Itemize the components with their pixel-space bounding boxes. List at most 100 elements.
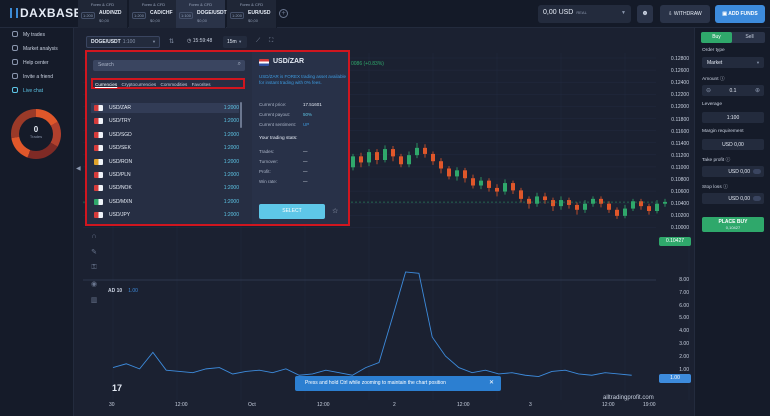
nav-item-help-center[interactable]: Help center — [12, 59, 49, 66]
pair-select[interactable]: DOGE/USDT 1:100 ▼ — [86, 36, 160, 48]
chevron-down-icon: ▼ — [152, 39, 156, 44]
info-icon: ⓘ — [725, 158, 731, 163]
close-icon[interactable]: ✕ — [489, 376, 494, 391]
stop-loss-toggle[interactable] — [753, 196, 761, 201]
order-panel: Buy Sell Order type Market ▼ Amount ⓘ ⊖ 0.… — [694, 28, 770, 416]
magnet-icon[interactable]: ∩ — [88, 233, 100, 240]
search-input[interactable]: Search ⌕ — [93, 60, 245, 71]
toast-text: Press and hold Ctrl while zooming to mai… — [305, 380, 446, 386]
buy-tab[interactable]: Buy — [701, 32, 732, 43]
nav-item-label: My trades — [23, 32, 45, 38]
tab-currencies[interactable]: Currencies — [95, 82, 117, 87]
sell-tab[interactable]: Sell — [734, 32, 765, 43]
take-profit-label-row: Take profit ⓘ — [702, 156, 730, 163]
buy-sell-toggle: Buy Sell — [701, 32, 765, 43]
asset-row[interactable]: USD/PLN 1:2000 — [91, 170, 239, 180]
balance-selector[interactable]: 0,00 USD REAL ▼ — [538, 5, 631, 23]
select-asset-button[interactable]: SELECT — [259, 204, 325, 219]
take-profit-toggle[interactable] — [753, 169, 761, 174]
indicators-icon[interactable]: ⇅ — [169, 38, 174, 45]
trash-icon[interactable]: ▥ — [88, 296, 100, 304]
tab-commodities[interactable]: Commodities — [161, 82, 188, 87]
add-funds-button[interactable]: ▣ ADD FUNDS — [715, 5, 765, 23]
asset-tab-eurusd[interactable]: Forex & CFD 1:200 EUR/USD $0,00 — [227, 0, 277, 28]
logo[interactable]: DAXBASE — [10, 6, 82, 20]
asset-row[interactable]: USD/MXN 1:2000 — [91, 197, 239, 207]
left-nav: My trades Market analysis Help center In… — [0, 28, 74, 416]
flag-icon — [94, 212, 103, 219]
stats-trades-value: — — [303, 149, 308, 154]
asset-row[interactable]: USD/ZAR 1:2000 — [91, 103, 239, 113]
nav-item-market-analysis[interactable]: Market analysis — [12, 45, 58, 52]
info-icon: ⓘ — [723, 185, 728, 190]
timeframe-select[interactable]: 15m ▼ — [223, 36, 247, 48]
tradingview-logo: 17 — [112, 383, 123, 393]
question-icon — [12, 59, 18, 65]
tab-favorites[interactable]: Favorites — [192, 82, 211, 87]
asset-tab-dogeusdt[interactable]: Forex & CFD 1:100 DOGE/USDT $0,00 — [176, 0, 227, 28]
nav-item-invite-friend[interactable]: Invite a friend — [12, 73, 53, 80]
asset-tab-name: CAD/CHF — [150, 10, 173, 16]
eye-icon[interactable]: ◉ — [88, 280, 100, 288]
nav-item-label: Help center — [23, 60, 49, 66]
asset-row[interactable]: USD/TRY 1:2000 — [91, 116, 239, 126]
tab-cryptocurrencies[interactable]: Cryptocurrencies — [122, 82, 157, 87]
time-tick-label: 2 — [393, 402, 396, 408]
candle-body — [575, 204, 579, 210]
current-payout-label: Current payout: — [259, 112, 291, 117]
trades-donut-center: 0 Trades — [19, 117, 53, 151]
asset-tab-cadchf[interactable]: Forex & CFD 1:200 CAD/CHF $0,00 — [129, 0, 179, 28]
asset-row[interactable]: USD/RON 1:2000 — [91, 157, 239, 167]
list-scrollbar[interactable] — [240, 102, 242, 128]
stop-loss-field[interactable]: USD 0,00 — [702, 193, 764, 204]
chart-type-icon[interactable]: ⟋ — [256, 38, 260, 45]
stop-loss-value: USD 0,00 — [728, 196, 750, 202]
order-type-select[interactable]: Market ▼ — [702, 57, 764, 68]
stats-winrate-label: Win rate: — [259, 179, 278, 184]
asset-tab-category: Forex & CFD — [239, 2, 264, 7]
withdraw-button[interactable]: ⇩ WITHDRAW — [660, 5, 710, 23]
chevron-down-icon: ▼ — [756, 60, 760, 65]
trading-stats-title: Your trading stats: — [259, 136, 298, 141]
leverage-field[interactable]: 1:100 — [702, 112, 764, 123]
asset-tab-audnzd[interactable]: Forex & CFD 1:200 AUD/NZD $0,00 — [78, 0, 128, 28]
user-account-button[interactable]: ☻ — [637, 5, 653, 23]
candle-body — [559, 200, 563, 207]
asset-row-pair: USD/MXN — [109, 198, 133, 205]
amount-stepper[interactable]: ⊖ 0.1 ⊕ — [702, 85, 764, 96]
candle-body — [367, 152, 371, 163]
asset-row[interactable]: USD/JPY 1:2000 — [91, 210, 239, 220]
minus-icon[interactable]: ⊖ — [706, 87, 711, 94]
plus-icon[interactable]: ⊕ — [755, 87, 760, 94]
price-tick-label: 0.11600 — [671, 128, 689, 135]
asset-row[interactable]: USD/SGD 1:2000 — [91, 130, 239, 140]
price-tick-label: 0.10200 — [670, 213, 689, 220]
lock-icon[interactable]: ⚿ — [88, 264, 100, 272]
asset-row[interactable]: USD/NOK 1:2000 — [91, 183, 239, 193]
asset-row-pair: USD/ZAR — [109, 105, 131, 111]
logo-icon — [10, 8, 18, 18]
chart-area[interactable]: DOGE/USDT 1:100 ▼ ⇅ ◷ 15:59:48 15m ▼ ⟋ ⛶ … — [83, 28, 693, 416]
price-axis[interactable]: 0.12800 0.12600 0.12400 0.12200 0.12000 0.118… — [656, 28, 693, 416]
add-tab-plus-icon[interactable]: + — [279, 9, 288, 18]
chat-icon — [12, 87, 18, 93]
place-buy-button[interactable]: PLACE BUY 0,10427 — [702, 217, 764, 232]
take-profit-field[interactable]: USD 0,00 — [702, 166, 764, 177]
fullscreen-icon[interactable]: ⛶ — [269, 38, 273, 45]
asset-detail: USD/ZAR USD/ZAR is FOREX trading asset a… — [259, 58, 346, 219]
candle-body — [439, 161, 443, 169]
trades-donut[interactable]: 0 Trades — [11, 109, 61, 159]
nav-item-my-trades[interactable]: My trades — [12, 31, 45, 38]
candle-body — [415, 147, 419, 156]
asset-row-leverage: 1:2000 — [223, 212, 239, 219]
pencil-icon[interactable]: ✎ — [88, 248, 100, 256]
time-tick-label: 19:00 — [643, 402, 656, 408]
asset-row[interactable]: USD/SEK 1:2000 — [91, 143, 239, 153]
favorite-star-icon[interactable]: ☆ — [332, 207, 338, 215]
flag-icon — [259, 59, 269, 66]
category-tabs: Currencies Cryptocurrencies Commodities … — [91, 78, 245, 89]
balance-type: REAL — [576, 10, 587, 15]
nav-item-live-chat[interactable]: Live chat — [12, 87, 43, 94]
time-tick-label: Oct — [248, 402, 256, 408]
collapse-arrow-icon[interactable]: ◀ — [76, 165, 81, 172]
